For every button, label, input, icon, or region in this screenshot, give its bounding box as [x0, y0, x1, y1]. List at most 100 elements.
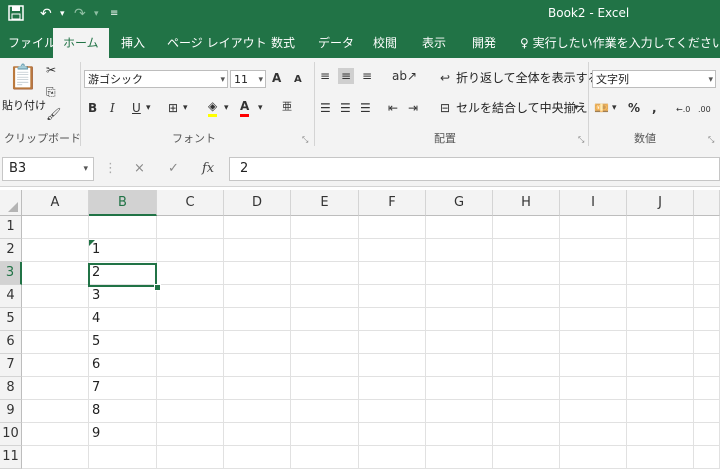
- cell-b7[interactable]: 6: [89, 354, 157, 377]
- cell-g6[interactable]: [426, 331, 493, 354]
- tab-review[interactable]: 校閲: [371, 28, 399, 58]
- cell-k2[interactable]: [694, 239, 720, 262]
- cell-g1[interactable]: [426, 216, 493, 239]
- cell-j3[interactable]: [627, 262, 694, 285]
- cell-f10[interactable]: [359, 423, 426, 446]
- cell-h6[interactable]: [493, 331, 560, 354]
- cell-e8[interactable]: [291, 377, 359, 400]
- cell-e1[interactable]: [291, 216, 359, 239]
- name-box[interactable]: B3 ▾: [2, 157, 94, 181]
- cell-d9[interactable]: [224, 400, 291, 423]
- chevron-down-icon[interactable]: ▾: [574, 100, 579, 116]
- undo-icon[interactable]: ↶: [40, 5, 52, 23]
- cell-d3[interactable]: [224, 262, 291, 285]
- cell-g3[interactable]: [426, 262, 493, 285]
- dialog-launcher-icon[interactable]: ⤡: [578, 132, 584, 148]
- row-header-7[interactable]: 7: [0, 354, 22, 377]
- column-header-a[interactable]: A: [22, 190, 89, 216]
- cell-f3[interactable]: [359, 262, 426, 285]
- cell-d1[interactable]: [224, 216, 291, 239]
- currency-icon[interactable]: 💴: [594, 100, 609, 116]
- cell-h2[interactable]: [493, 239, 560, 262]
- column-header-i[interactable]: I: [560, 190, 627, 216]
- font-size-select[interactable]: 11 ▾: [230, 70, 266, 88]
- column-header-j[interactable]: J: [627, 190, 694, 216]
- fill-color-icon[interactable]: ◈: [208, 98, 218, 117]
- cell-j10[interactable]: [627, 423, 694, 446]
- wrap-text-button[interactable]: 折り返して全体を表示する: [456, 70, 600, 86]
- row-header-5[interactable]: 5: [0, 308, 22, 331]
- column-header-b[interactable]: B: [89, 190, 157, 216]
- row-header-8[interactable]: 8: [0, 377, 22, 400]
- cell-f2[interactable]: [359, 239, 426, 262]
- increase-indent-icon[interactable]: ⇥: [408, 100, 418, 116]
- cell-j9[interactable]: [627, 400, 694, 423]
- cell-j11[interactable]: [627, 446, 694, 469]
- copy-icon[interactable]: ⎘: [46, 84, 56, 100]
- cell-c2[interactable]: [157, 239, 224, 262]
- tab-data[interactable]: データ: [316, 28, 356, 58]
- cell-c3[interactable]: [157, 262, 224, 285]
- align-left-icon[interactable]: ☰: [320, 100, 331, 116]
- cell-h1[interactable]: [493, 216, 560, 239]
- cell-i2[interactable]: [560, 239, 627, 262]
- cell-e3[interactable]: [291, 262, 359, 285]
- row-header-2[interactable]: 2: [0, 239, 22, 262]
- phonetic-icon[interactable]: 亜: [282, 100, 292, 116]
- cell-f9[interactable]: [359, 400, 426, 423]
- fill-handle[interactable]: [154, 284, 161, 291]
- align-center-icon[interactable]: ☰: [340, 100, 351, 116]
- formula-input[interactable]: 2: [229, 157, 720, 181]
- cell-e11[interactable]: [291, 446, 359, 469]
- cell-c7[interactable]: [157, 354, 224, 377]
- cell-a7[interactable]: [22, 354, 89, 377]
- paste-icon[interactable]: 📋: [8, 64, 38, 90]
- cell-h3[interactable]: [493, 262, 560, 285]
- cell-d2[interactable]: [224, 239, 291, 262]
- percent-button[interactable]: %: [628, 100, 640, 116]
- cell-d4[interactable]: [224, 285, 291, 308]
- cell-j1[interactable]: [627, 216, 694, 239]
- cell-f6[interactable]: [359, 331, 426, 354]
- cell-i5[interactable]: [560, 308, 627, 331]
- number-format-select[interactable]: 文字列 ▾: [592, 70, 716, 88]
- shrink-font-icon[interactable]: A: [294, 72, 302, 88]
- column-header-d[interactable]: D: [224, 190, 291, 216]
- cell-f1[interactable]: [359, 216, 426, 239]
- cell-k6[interactable]: [694, 331, 720, 354]
- cell-b5[interactable]: 4: [89, 308, 157, 331]
- cell-h4[interactable]: [493, 285, 560, 308]
- customize-icon[interactable]: ≡: [110, 5, 118, 23]
- column-header-g[interactable]: G: [426, 190, 493, 216]
- cell-d7[interactable]: [224, 354, 291, 377]
- cell-d5[interactable]: [224, 308, 291, 331]
- decrease-indent-icon[interactable]: ⇤: [388, 100, 398, 116]
- cell-d8[interactable]: [224, 377, 291, 400]
- cell-c6[interactable]: [157, 331, 224, 354]
- chevron-down-icon[interactable]: ▾: [146, 100, 151, 116]
- cell-g5[interactable]: [426, 308, 493, 331]
- insert-function-icon[interactable]: fx: [202, 161, 214, 176]
- column-header-f[interactable]: F: [359, 190, 426, 216]
- format-painter-icon[interactable]: 🖌: [46, 106, 61, 122]
- cell-b6[interactable]: 5: [89, 331, 157, 354]
- cell-a2[interactable]: [22, 239, 89, 262]
- chevron-down-icon[interactable]: ▾: [258, 100, 263, 116]
- cell-i8[interactable]: [560, 377, 627, 400]
- row-header-9[interactable]: 9: [0, 400, 22, 423]
- cell-d6[interactable]: [224, 331, 291, 354]
- cell-i10[interactable]: [560, 423, 627, 446]
- cell-j5[interactable]: [627, 308, 694, 331]
- save-icon[interactable]: [8, 5, 24, 26]
- cell-c9[interactable]: [157, 400, 224, 423]
- cell-f4[interactable]: [359, 285, 426, 308]
- font-family-select[interactable]: 游ゴシック ▾: [84, 70, 228, 88]
- orientation-icon[interactable]: ab↗: [392, 68, 417, 84]
- cell-f8[interactable]: [359, 377, 426, 400]
- tab-insert[interactable]: 挿入: [119, 28, 147, 58]
- select-all-button[interactable]: [0, 190, 22, 216]
- cell-b4[interactable]: 3: [89, 285, 157, 308]
- cell-a11[interactable]: [22, 446, 89, 469]
- cell-e10[interactable]: [291, 423, 359, 446]
- cell-b2[interactable]: 1: [89, 239, 157, 262]
